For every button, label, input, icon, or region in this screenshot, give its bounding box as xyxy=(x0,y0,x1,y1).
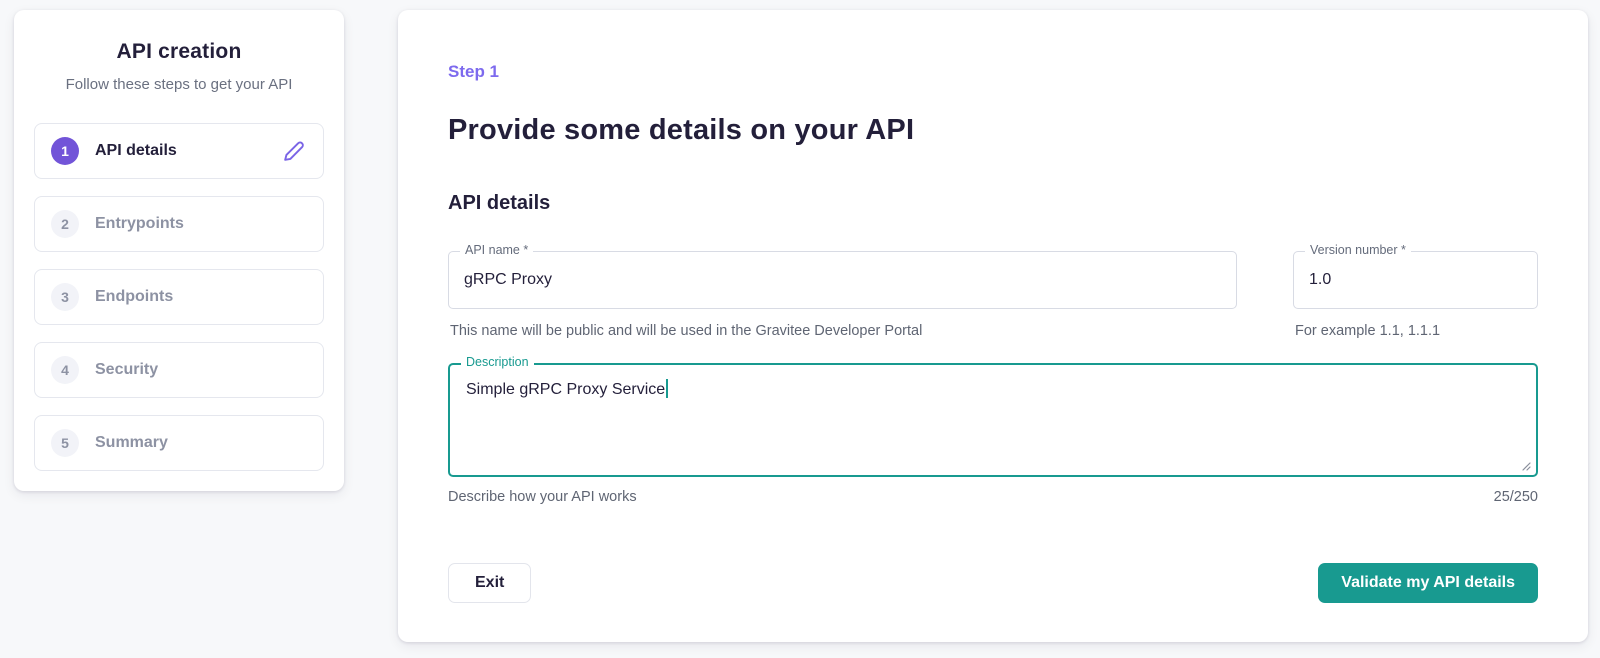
page-title: Provide some details on your API xyxy=(448,114,1538,147)
step-item-summary[interactable]: 5 Summary xyxy=(34,415,324,471)
description-hint: Describe how your API works xyxy=(448,489,637,505)
exit-button[interactable]: Exit xyxy=(448,563,531,603)
api-creation-stepper-panel: API creation Follow these steps to get y… xyxy=(14,10,344,491)
panel-title: API creation xyxy=(34,40,324,64)
version-column: Version number * For example 1.1, 1.1.1 xyxy=(1293,251,1538,339)
step-label: Endpoints xyxy=(95,288,173,306)
panel-subtitle: Follow these steps to get your API xyxy=(34,76,324,93)
step-item-entrypoints[interactable]: 2 Entrypoints xyxy=(34,196,324,252)
description-value: Simple gRPC Proxy Service xyxy=(466,381,665,398)
version-field-outline: Version number * xyxy=(1293,251,1538,309)
api-name-label: API name * xyxy=(460,243,533,257)
section-title: API details xyxy=(448,192,1538,215)
step-label: API details xyxy=(95,142,177,160)
description-textarea[interactable]: Description Simple gRPC Proxy Service xyxy=(448,363,1538,477)
description-meta-row: Describe how your API works 25/250 xyxy=(448,489,1538,505)
step-content-panel: Step 1 Provide some details on your API … xyxy=(398,10,1588,642)
pencil-icon[interactable] xyxy=(280,138,307,165)
version-hint: For example 1.1, 1.1.1 xyxy=(1293,323,1538,339)
step-eyebrow: Step 1 xyxy=(448,62,1538,82)
version-label: Version number * xyxy=(1305,243,1411,257)
text-caret xyxy=(666,379,668,398)
step-number-badge: 2 xyxy=(51,210,79,238)
step-label: Security xyxy=(95,361,158,379)
char-counter: 25/250 xyxy=(1494,489,1538,505)
step-label: Summary xyxy=(95,434,168,452)
actions-row: Exit Validate my API details xyxy=(448,563,1538,603)
resize-handle-icon[interactable] xyxy=(1519,459,1531,471)
step-label: Entrypoints xyxy=(95,215,184,233)
validate-api-details-button[interactable]: Validate my API details xyxy=(1318,563,1538,603)
step-list: 1 API details 2 Entrypoints 3 Endpoints … xyxy=(34,123,324,471)
step-item-api-details[interactable]: 1 API details xyxy=(34,123,324,179)
step-item-endpoints[interactable]: 3 Endpoints xyxy=(34,269,324,325)
step-item-security[interactable]: 4 Security xyxy=(34,342,324,398)
step-number-badge: 1 xyxy=(51,137,79,165)
api-name-hint: This name will be public and will be use… xyxy=(448,323,1237,339)
step-number-badge: 3 xyxy=(51,283,79,311)
step-number-badge: 5 xyxy=(51,429,79,457)
api-name-input[interactable] xyxy=(449,252,1236,308)
api-name-column: API name * This name will be public and … xyxy=(448,251,1237,339)
api-name-field-outline: API name * xyxy=(448,251,1237,309)
description-label: Description xyxy=(461,355,534,369)
step-number-badge: 4 xyxy=(51,356,79,384)
version-input[interactable] xyxy=(1294,252,1537,308)
name-version-row: API name * This name will be public and … xyxy=(448,251,1538,339)
